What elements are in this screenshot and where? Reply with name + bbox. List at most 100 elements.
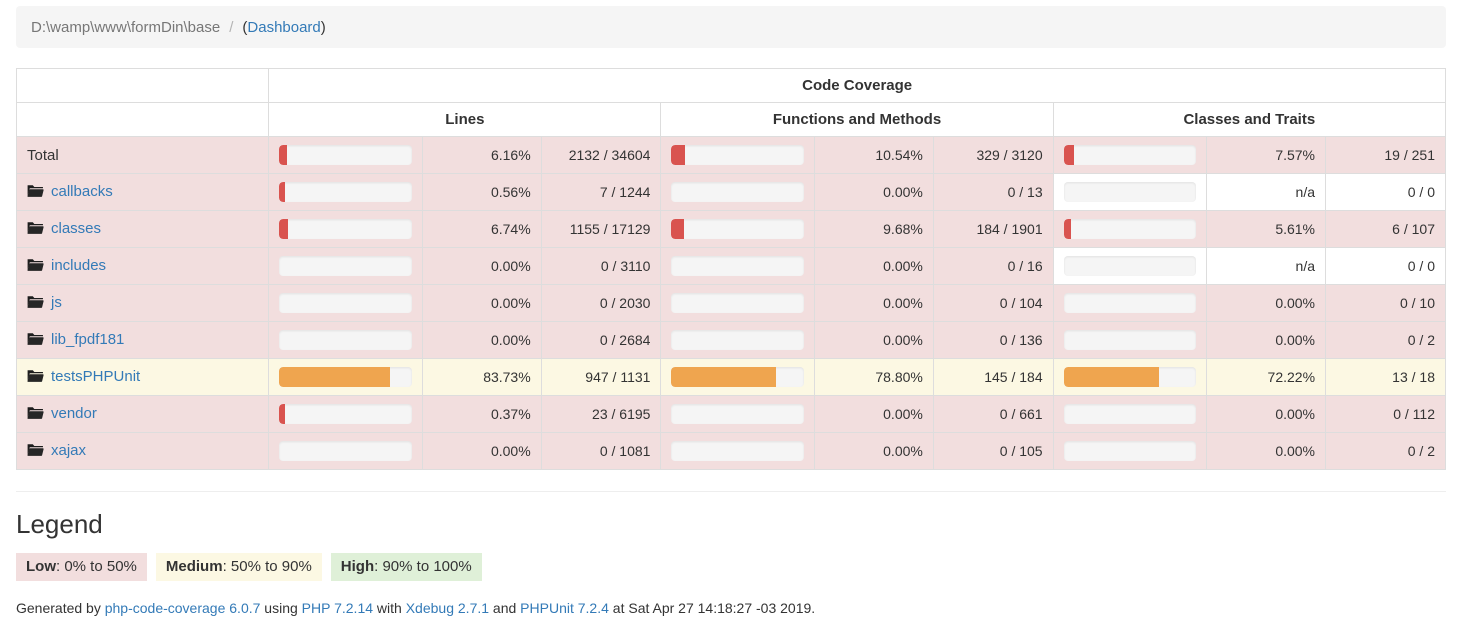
percent-cell-functions: 78.80% bbox=[814, 358, 934, 396]
directory-link[interactable]: classes bbox=[51, 220, 101, 237]
row-name-cell: vendor bbox=[15, 395, 270, 433]
legend-label: Medium bbox=[165, 557, 223, 575]
footer-xdebug-link[interactable]: Xdebug bbox=[406, 600, 454, 616]
percent-cell-classes: 72.22% bbox=[1206, 358, 1327, 396]
header-row-subgroups: Lines Functions and Methods Classes and … bbox=[15, 102, 1447, 137]
legend-badge-low: Low: 0% to 50% bbox=[16, 552, 147, 581]
directory-link[interactable]: xajax bbox=[51, 442, 86, 459]
folder-icon bbox=[27, 184, 44, 202]
footer-using: using bbox=[264, 599, 298, 616]
directory-link[interactable]: testsPHPUnit bbox=[51, 368, 140, 385]
progress-fill-classes bbox=[1063, 367, 1160, 387]
progress-track-classes bbox=[1063, 182, 1197, 202]
percent-cell-lines: 6.74% bbox=[421, 210, 542, 248]
bar-cell-classes bbox=[1052, 395, 1208, 433]
percent-cell-classes: n/a bbox=[1206, 173, 1327, 211]
progress-fill-lines bbox=[279, 404, 285, 424]
percent-cell-classes: 0.00% bbox=[1206, 395, 1327, 433]
percent-cell-lines: 0.00% bbox=[421, 247, 542, 285]
progress-track-classes bbox=[1063, 404, 1197, 424]
progress-fill-functions bbox=[671, 219, 685, 239]
directory-link[interactable]: callbacks bbox=[51, 183, 113, 200]
table-row: callbacks 0.56% 7 / 1244 0.00% 0 / 13 n/a 0 / … bbox=[15, 173, 1446, 211]
progress-track-classes bbox=[1063, 367, 1197, 387]
percent-cell-lines: 6.16% bbox=[421, 136, 542, 174]
directory-link[interactable]: vendor bbox=[51, 405, 97, 422]
bar-cell-functions bbox=[660, 432, 816, 470]
percent-cell-lines: 0.00% bbox=[421, 284, 542, 322]
header-functions-and-methods: Functions and Methods bbox=[660, 102, 1054, 137]
section-divider bbox=[16, 491, 1446, 492]
absolute-cell-functions: 0 / 13 bbox=[932, 173, 1054, 211]
footer-and: and bbox=[492, 599, 517, 616]
footer-tool-version[interactable]: 6.0.7 bbox=[229, 600, 260, 616]
directory-link[interactable]: lib_fpdf181 bbox=[51, 331, 124, 348]
progress-track-lines bbox=[279, 145, 412, 165]
absolute-cell-lines: 0 / 2030 bbox=[540, 284, 662, 322]
bar-cell-lines bbox=[268, 210, 423, 248]
footer-timestamp: Sat Apr 27 14:18:27 -03 2019. bbox=[628, 599, 816, 616]
bar-cell-lines bbox=[268, 358, 423, 396]
legend-range: : 90% to 100% bbox=[374, 557, 472, 575]
footer-php-version[interactable]: 7.2.14 bbox=[334, 600, 373, 616]
percent-cell-lines: 0.00% bbox=[421, 432, 542, 470]
folder-icon bbox=[27, 295, 44, 313]
legend-range: : 50% to 90% bbox=[222, 557, 312, 575]
footer-xdebug-version[interactable]: 2.7.1 bbox=[458, 600, 489, 616]
row-name-cell: Total bbox=[15, 136, 270, 174]
bar-cell-lines bbox=[268, 247, 423, 285]
percent-cell-lines: 83.73% bbox=[421, 358, 542, 396]
absolute-cell-functions: 184 / 1901 bbox=[932, 210, 1054, 248]
percent-cell-functions: 0.00% bbox=[814, 432, 934, 470]
bar-cell-classes bbox=[1052, 136, 1208, 174]
absolute-cell-classes: 0 / 2 bbox=[1325, 321, 1446, 359]
progress-track-classes bbox=[1063, 145, 1197, 165]
coverage-page: D:\wamp\www\formDin\base / (Dashboard) C… bbox=[15, 6, 1447, 616]
progress-track-lines bbox=[279, 293, 412, 313]
bar-cell-classes bbox=[1052, 321, 1208, 359]
progress-fill-lines bbox=[279, 367, 391, 387]
progress-fill-classes bbox=[1063, 145, 1074, 165]
row-name-cell: includes bbox=[15, 247, 270, 285]
table-row: includes 0.00% 0 / 3110 0.00% 0 / 16 n/a 0 / 0 bbox=[15, 247, 1446, 285]
progress-track-functions bbox=[671, 256, 805, 276]
bar-cell-classes bbox=[1052, 210, 1208, 248]
progress-track-functions bbox=[671, 330, 805, 350]
row-name-cell: classes bbox=[15, 210, 270, 248]
percent-cell-functions: 0.00% bbox=[814, 173, 934, 211]
bar-cell-functions bbox=[660, 136, 816, 174]
legend-label: Low bbox=[26, 557, 56, 575]
progress-fill-lines bbox=[279, 182, 285, 202]
breadcrumb-path: D:\wamp\www\formDin\base bbox=[31, 18, 221, 36]
folder-icon bbox=[27, 369, 44, 387]
row-name-cell: lib_fpdf181 bbox=[15, 321, 270, 359]
directory-link[interactable]: js bbox=[51, 294, 62, 311]
footer-phpunit-version[interactable]: 7.2.4 bbox=[578, 600, 609, 616]
bar-cell-classes bbox=[1052, 173, 1208, 211]
progress-fill-functions bbox=[671, 367, 776, 387]
progress-track-lines bbox=[279, 330, 412, 350]
absolute-cell-classes: 6 / 107 bbox=[1325, 210, 1446, 248]
directory-link[interactable]: includes bbox=[51, 257, 106, 274]
progress-fill-functions bbox=[671, 145, 686, 165]
coverage-table-body: Total 6.16% 2132 / 34604 10.54% 329 / 3120 7.… bbox=[15, 136, 1446, 470]
row-name-cell: callbacks bbox=[15, 173, 270, 211]
absolute-cell-classes: 0 / 112 bbox=[1325, 395, 1446, 433]
percent-cell-classes: 7.57% bbox=[1206, 136, 1327, 174]
footer-phpunit-link[interactable]: PHPUnit bbox=[520, 600, 574, 616]
table-row: lib_fpdf181 0.00% 0 / 2684 0.00% 0 / 136 0.00… bbox=[15, 321, 1446, 359]
footer-php-link[interactable]: PHP bbox=[302, 600, 331, 616]
legend-range: : 0% to 50% bbox=[56, 557, 137, 575]
header-blank-cell bbox=[15, 68, 270, 103]
absolute-cell-functions: 0 / 105 bbox=[932, 432, 1054, 470]
table-row: Total 6.16% 2132 / 34604 10.54% 329 / 3120 7.… bbox=[15, 136, 1446, 174]
footer-tool-link[interactable]: php-code-coverage bbox=[105, 600, 226, 616]
bar-cell-lines bbox=[268, 136, 423, 174]
absolute-cell-functions: 0 / 104 bbox=[932, 284, 1054, 322]
absolute-cell-classes: 0 / 10 bbox=[1325, 284, 1446, 322]
progress-track-lines bbox=[279, 256, 412, 276]
percent-cell-functions: 0.00% bbox=[814, 321, 934, 359]
coverage-table-head: Code Coverage Lines Functions and Method… bbox=[15, 68, 1447, 137]
breadcrumb-dashboard-link[interactable]: Dashboard bbox=[247, 19, 320, 36]
header-blank-cell-2 bbox=[15, 102, 270, 137]
